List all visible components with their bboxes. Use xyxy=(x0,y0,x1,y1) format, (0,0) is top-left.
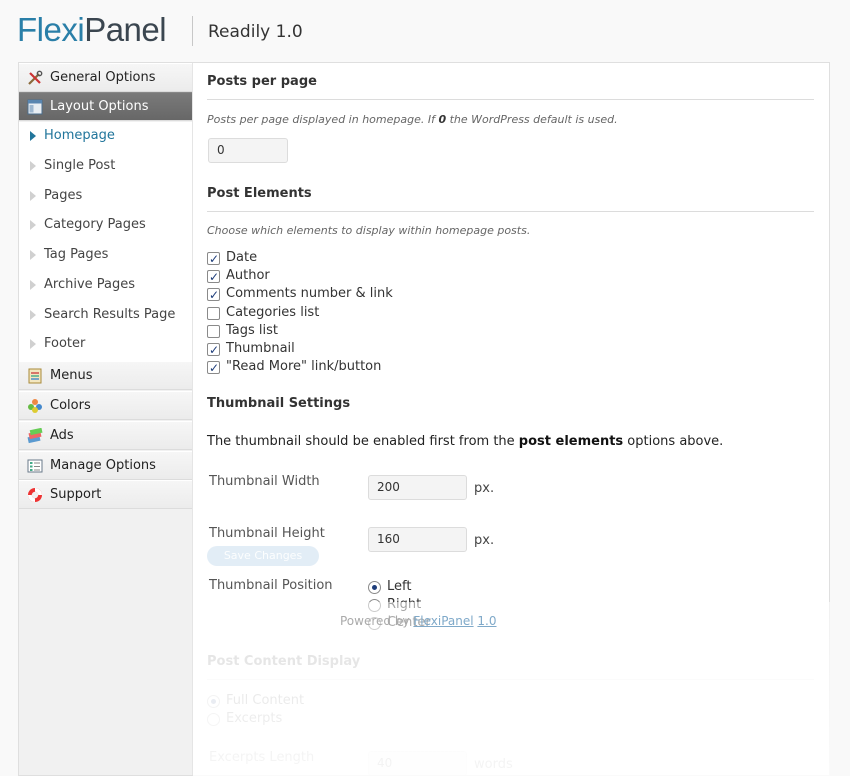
triangle-right-icon xyxy=(30,191,36,201)
excerpts-length-input[interactable]: 40 xyxy=(368,751,467,776)
checkbox-comments[interactable]: Comments number & link xyxy=(207,285,393,304)
colors-icon xyxy=(28,399,42,413)
nav-sub-footer[interactable]: Footer xyxy=(19,330,192,358)
nav-sub-search-results-page[interactable]: Search Results Page xyxy=(19,301,192,329)
manage-icon xyxy=(27,459,43,473)
save-changes-button[interactable]: Save Changes xyxy=(207,546,319,566)
px-unit: px. xyxy=(474,481,495,496)
nav-sub-pages[interactable]: Pages xyxy=(19,182,192,210)
triangle-right-icon xyxy=(30,131,36,141)
header: FlexiPanel Readily 1.0 xyxy=(0,0,850,62)
words-unit: words xyxy=(474,757,513,772)
thumbnail-height-label: Thumbnail Height xyxy=(209,526,325,541)
section-title-post-content-display: Post Content Display xyxy=(207,654,361,669)
flexipanel-link[interactable]: FlexiPanel xyxy=(413,614,473,628)
header-divider xyxy=(192,16,193,46)
checkbox-read-more[interactable]: "Read More" link/button xyxy=(207,358,381,377)
nav-colors[interactable]: Colors xyxy=(19,391,192,420)
thumbnail-position-label: Thumbnail Position xyxy=(209,578,333,593)
checkbox-author[interactable]: Author xyxy=(207,267,270,286)
nav-support[interactable]: Support xyxy=(19,480,192,509)
radio-selected[interactable] xyxy=(207,695,220,708)
nav-ads[interactable]: Ads xyxy=(19,421,192,450)
menus-icon xyxy=(28,368,42,384)
radio-full-content[interactable]: Full Content xyxy=(207,692,304,710)
radio-unselected[interactable] xyxy=(368,599,381,612)
thumbnail-width-input[interactable]: 200 xyxy=(368,475,467,500)
theme-version: Readily 1.0 xyxy=(208,22,303,42)
checkbox-unchecked[interactable] xyxy=(207,307,220,320)
checkbox-checked[interactable] xyxy=(207,341,220,359)
tools-icon xyxy=(28,70,43,85)
checkbox-thumbnail[interactable]: Thumbnail xyxy=(207,340,295,359)
lifebuoy-icon xyxy=(28,488,42,502)
triangle-right-icon xyxy=(30,310,36,320)
sidebar: General Options Layout Options Homepage … xyxy=(19,63,193,775)
checkbox-tags[interactable]: Tags list xyxy=(207,322,278,340)
section-title-posts-per-page: Posts per page xyxy=(207,74,317,89)
triangle-right-icon xyxy=(30,339,36,349)
radio-selected[interactable] xyxy=(368,581,381,594)
radio-excerpts[interactable]: Excerpts xyxy=(207,710,282,728)
powered-by-footer: Powered by FlexiPanel 1.0 xyxy=(340,614,497,628)
radio-left[interactable]: Left xyxy=(368,578,411,596)
nav-general-options[interactable]: General Options xyxy=(19,63,192,92)
posts-per-page-input[interactable]: 0 xyxy=(208,138,288,163)
nav-sub-archive-pages[interactable]: Archive Pages xyxy=(19,271,192,299)
nav-sub-tag-pages[interactable]: Tag Pages xyxy=(19,241,192,269)
nav-sub-single-post[interactable]: Single Post xyxy=(19,152,192,180)
radio-right[interactable]: Right xyxy=(368,596,421,614)
thumbnail-width-label: Thumbnail Width xyxy=(209,474,320,489)
nav-sub-category-pages[interactable]: Category Pages xyxy=(19,211,192,239)
checkbox-checked[interactable] xyxy=(207,268,220,286)
version-link[interactable]: 1.0 xyxy=(477,614,496,628)
thumbnail-height-input[interactable]: 160 xyxy=(368,527,467,552)
options-panel: General Options Layout Options Homepage … xyxy=(18,62,830,776)
posts-per-page-description: Posts per page displayed in homepage. If… xyxy=(207,113,618,126)
divider xyxy=(207,679,814,680)
radio-unselected[interactable] xyxy=(207,713,220,726)
checkbox-checked[interactable] xyxy=(207,359,220,377)
thumbnail-note: The thumbnail should be enabled first fr… xyxy=(207,434,724,449)
layout-icon xyxy=(27,99,43,115)
checkbox-checked[interactable] xyxy=(207,286,220,304)
triangle-right-icon xyxy=(30,161,36,171)
triangle-right-icon xyxy=(30,280,36,290)
excerpts-length-label: Excerpts Length xyxy=(209,750,315,765)
nav-sub-homepage[interactable]: Homepage xyxy=(19,122,192,150)
divider xyxy=(207,99,814,100)
checkbox-categories[interactable]: Categories list xyxy=(207,304,319,322)
checkbox-date[interactable]: Date xyxy=(207,249,257,268)
section-title-post-elements: Post Elements xyxy=(207,186,312,201)
section-title-thumbnail-settings: Thumbnail Settings xyxy=(207,396,351,411)
ads-icon xyxy=(27,428,43,444)
checkbox-checked[interactable] xyxy=(207,250,220,268)
nav-manage-options[interactable]: Manage Options xyxy=(19,451,192,480)
triangle-right-icon xyxy=(30,220,36,230)
post-elements-description: Choose which elements to display within … xyxy=(207,224,531,237)
px-unit: px. xyxy=(474,533,495,548)
triangle-right-icon xyxy=(30,250,36,260)
divider xyxy=(207,211,814,212)
nav-layout-options[interactable]: Layout Options xyxy=(19,92,192,121)
flexipanel-logo: FlexiPanel xyxy=(17,11,167,48)
checkbox-unchecked[interactable] xyxy=(207,325,220,338)
nav-menus[interactable]: Menus xyxy=(19,361,192,390)
